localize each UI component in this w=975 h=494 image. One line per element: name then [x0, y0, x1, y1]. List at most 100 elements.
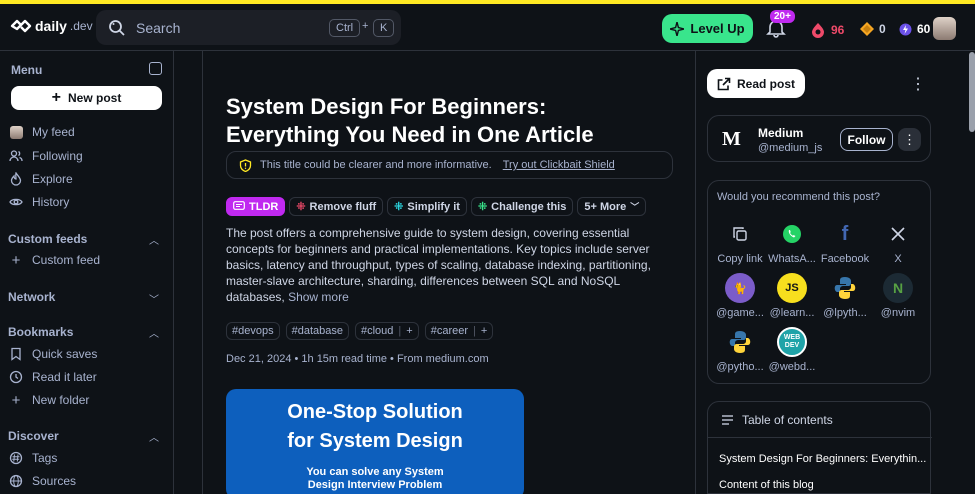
read-post-button[interactable]: Read post	[707, 69, 805, 98]
tldr-button[interactable]: TLDR	[226, 197, 286, 216]
sidebar-item-explore[interactable]: Explore	[9, 172, 73, 186]
share-label: X	[894, 253, 902, 265]
share-squad-nvim[interactable]: N @nvim	[872, 273, 924, 319]
sidebar-item-history[interactable]: History	[9, 195, 69, 209]
discover-heading[interactable]: Discover	[8, 429, 59, 443]
sidebar-item-new-folder[interactable]: + New folder	[9, 391, 90, 409]
shortcut-k-key: K	[373, 19, 395, 37]
streak-value: 60	[917, 22, 931, 36]
sidebar-collapse-icon[interactable]	[149, 62, 162, 75]
share-copy-link[interactable]: Copy link	[714, 219, 766, 265]
javascript-icon: JS	[777, 273, 807, 303]
sidebar-item-sources[interactable]: Sources	[9, 474, 76, 488]
challenge-button[interactable]: ⁜ Challenge this	[470, 197, 574, 216]
share-label: @game...	[716, 307, 764, 319]
chevron-up-icon[interactable]: ︿	[149, 325, 159, 340]
tag-label: #career	[430, 325, 468, 337]
logo-suffix: .dev	[69, 19, 93, 33]
reputation-value: 96	[831, 23, 845, 37]
chevron-up-icon[interactable]: ︿	[149, 232, 159, 247]
profile-avatar[interactable]	[933, 17, 956, 40]
network-heading[interactable]: Network	[8, 290, 55, 304]
globe-icon	[9, 474, 23, 488]
chevron-up-icon[interactable]: ︿	[149, 429, 159, 444]
share-label: @webd...	[768, 361, 816, 373]
share-squad-gamedev[interactable]: 🐈 @game...	[714, 273, 766, 319]
tag-chip[interactable]: #career | +	[424, 322, 494, 340]
more-actions-button[interactable]: 5+ More ﹀	[577, 197, 647, 216]
cover-subtitle-line2: Design Interview Problem	[307, 479, 443, 491]
share-squad-webdev[interactable]: WEB DEV @webd...	[766, 327, 818, 373]
tag-chip[interactable]: #cloud | +	[354, 322, 419, 340]
tag-chip[interactable]: #database	[285, 322, 349, 340]
tldr-label: TLDR	[249, 200, 279, 213]
external-link-icon	[717, 77, 731, 90]
sidebar-item-following[interactable]: Following	[9, 149, 83, 163]
copy-icon	[733, 227, 747, 241]
sidebar-item-quick-saves[interactable]: Quick saves	[9, 347, 97, 361]
sparkle-icon: ⁜	[296, 201, 306, 213]
share-squad-python2[interactable]: @pytho...	[714, 327, 766, 373]
follow-button[interactable]: Follow	[840, 128, 893, 151]
streak-stat[interactable]: 60	[899, 22, 930, 36]
share-whatsapp[interactable]: WhatsA...	[766, 219, 818, 265]
remove-fluff-button[interactable]: ⁜ Remove fluff	[289, 197, 384, 216]
search-bar[interactable]: Search Ctrl + K	[96, 10, 401, 45]
custom-feeds-heading[interactable]: Custom feeds	[8, 232, 87, 246]
sidebar-menu-label: Menu	[11, 63, 43, 77]
post-content: System Design For Beginners: Everything …	[202, 51, 696, 494]
streak-icon	[899, 23, 912, 35]
sparkle-icon: ⁜	[477, 201, 488, 213]
show-more-link[interactable]: Show more	[288, 290, 349, 304]
share-squad-python[interactable]: @lpyth...	[819, 273, 871, 319]
toc-header[interactable]: Table of contents	[708, 402, 932, 438]
follow-tag-plus-icon[interactable]: +	[406, 325, 412, 337]
reputation-stat[interactable]: 96	[810, 22, 844, 38]
sidebar-item-label: My feed	[32, 125, 75, 139]
cover-heading-line2: for System Design	[287, 430, 463, 452]
tag-chip[interactable]: #devops	[226, 322, 280, 340]
source-name[interactable]: Medium	[758, 126, 803, 140]
post-cover-image[interactable]: One-Stop Solution for System Design You c…	[226, 389, 524, 494]
simplify-label: Simplify it	[407, 200, 460, 213]
search-icon	[109, 20, 125, 36]
hash-icon	[9, 451, 23, 465]
toc-title: Table of contents	[742, 412, 833, 427]
share-x[interactable]: X	[872, 219, 924, 265]
x-icon	[891, 227, 905, 241]
source-options-icon[interactable]: ⋮	[898, 128, 921, 151]
share-squad-learnjs[interactable]: JS @learn...	[766, 273, 818, 319]
page-scrollbar[interactable]	[969, 52, 975, 132]
notification-badge: 20+	[770, 10, 795, 23]
post-options-icon[interactable]: ⋮	[910, 74, 926, 94]
whatsapp-icon	[783, 225, 801, 243]
share-facebook[interactable]: f Facebook	[819, 219, 871, 266]
follow-tag-plus-icon[interactable]: +	[481, 325, 487, 337]
toc-item[interactable]: Content of this blog	[719, 479, 814, 491]
chevron-down-icon[interactable]: ﹀	[149, 291, 159, 306]
plus-icon: +	[11, 391, 21, 409]
sidebar-item-label: Custom feed	[32, 253, 101, 267]
recommend-question: Would you recommend this post?	[717, 191, 881, 203]
list-icon	[722, 414, 733, 425]
level-up-button[interactable]: Level Up	[662, 14, 753, 43]
toc-item[interactable]: System Design For Beginners: Everythin..…	[719, 453, 926, 465]
bookmarks-heading[interactable]: Bookmarks	[8, 325, 73, 339]
facebook-icon: f	[841, 222, 849, 245]
daily-dev-logo[interactable]: daily .dev	[10, 18, 93, 34]
sidebar-item-label: Tags	[32, 451, 58, 465]
new-post-button[interactable]: + New post	[11, 86, 162, 110]
avatar-icon	[9, 125, 23, 139]
share-label: @lpyth...	[823, 307, 867, 319]
simplify-button[interactable]: ⁜ Simplify it	[387, 197, 467, 216]
sidebar-item-tags[interactable]: Tags	[9, 451, 57, 465]
sidebar-item-read-it-later[interactable]: Read it later	[9, 370, 97, 384]
sidebar: Menu + New post My feed Following Explor…	[0, 51, 174, 494]
tag-label: #cloud	[360, 325, 394, 337]
clickbait-shield-link[interactable]: Try out Clickbait Shield	[503, 159, 615, 171]
sidebar-item-label: Following	[32, 149, 83, 163]
sidebar-item-custom-feed[interactable]: + Custom feed	[9, 252, 101, 269]
points-stat[interactable]: 0	[860, 22, 886, 36]
medium-logo[interactable]: M	[722, 128, 741, 151]
sidebar-item-my-feed[interactable]: My feed	[9, 125, 75, 139]
